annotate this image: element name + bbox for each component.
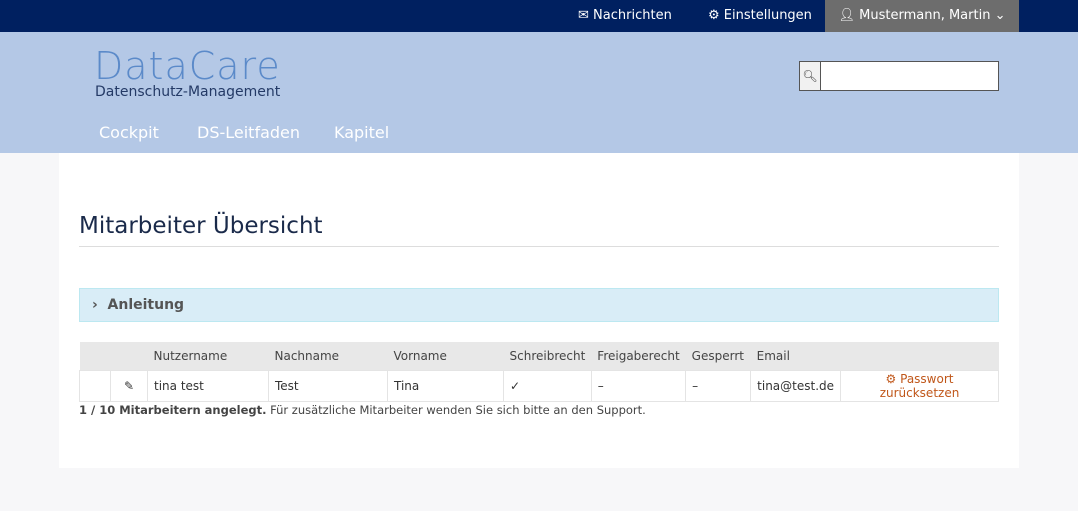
reset-password-link[interactable]: ⚙ Passwort zurücksetzen: [840, 369, 999, 402]
note-count: 1 / 10 Mitarbeitern angelegt.: [79, 403, 267, 417]
table-row: ✎ tina test Test Tina ✓ – – tina@test.de…: [79, 369, 999, 402]
nav-kapitel[interactable]: Kapitel: [334, 123, 389, 142]
cell-share: –: [590, 369, 687, 402]
edit-button[interactable]: ✎: [110, 369, 148, 402]
settings-label: Einstellungen: [723, 8, 812, 23]
nav-cockpit[interactable]: Cockpit: [99, 123, 159, 142]
cell-username: tina test: [147, 369, 269, 402]
employee-table: Nutzername Nachname Vorname Schreibrecht…: [79, 342, 999, 402]
top-bar: ✉ Nachrichten ⚙ Einstellungen 👤︎ Musterm…: [0, 0, 1078, 32]
table-header: Nutzername Nachname Vorname Schreibrecht…: [79, 342, 999, 370]
nav-ds-leitfaden[interactable]: DS-Leitfaden: [197, 123, 300, 142]
header-write[interactable]: Schreibrecht: [503, 342, 592, 370]
cell-locked: –: [685, 369, 752, 402]
user-menu[interactable]: 👤︎ Mustermann, Martin ⌄: [825, 0, 1019, 32]
envelope-icon: ✉: [578, 8, 589, 23]
header-email[interactable]: Email: [750, 342, 841, 370]
user-name: Mustermann, Martin: [859, 8, 991, 23]
chevron-down-icon: ⌄: [994, 8, 1006, 23]
divider: [79, 246, 999, 247]
cell-lastname: Test: [268, 369, 388, 402]
page-title: Mitarbeiter Übersicht: [79, 213, 323, 239]
employee-count-note: 1 / 10 Mitarbeitern angelegt. Für zusätz…: [79, 403, 646, 417]
logo[interactable]: DataCare: [94, 44, 281, 88]
messages-label: Nachrichten: [593, 8, 672, 23]
panel-title: Anleitung: [107, 297, 185, 313]
cell-email: tina@test.de: [750, 369, 842, 402]
search-icon: 🔍︎: [802, 69, 818, 83]
cell-firstname: Tina: [387, 369, 504, 402]
header-blank: [79, 342, 111, 370]
settings-link[interactable]: ⚙ Einstellungen: [708, 0, 812, 32]
instructions-panel[interactable]: › Anleitung: [79, 288, 999, 322]
messages-link[interactable]: ✉ Nachrichten: [578, 0, 672, 32]
header-username[interactable]: Nutzername: [147, 342, 269, 370]
note-text: Für zusätzliche Mitarbeiter wenden Sie s…: [266, 403, 646, 417]
cell-write: ✓: [503, 369, 592, 402]
search-box: 🔍︎: [799, 61, 999, 91]
header-actions: [840, 342, 999, 370]
header-edit: [110, 342, 148, 370]
cell-blank: [79, 369, 111, 402]
header-firstname[interactable]: Vorname: [387, 342, 504, 370]
gear-icon: ⚙: [885, 371, 897, 386]
chevron-right-icon: ›: [92, 297, 98, 313]
header-share[interactable]: Freigaberecht: [591, 342, 686, 370]
search-input[interactable]: [821, 62, 998, 90]
pencil-icon: ✎: [123, 378, 135, 393]
search-button[interactable]: 🔍︎: [800, 62, 821, 90]
gear-icon: ⚙: [708, 8, 720, 23]
logo-subtitle: Datenschutz-Management: [95, 84, 281, 100]
header-locked[interactable]: Gesperrt: [685, 342, 751, 370]
header-lastname[interactable]: Nachname: [268, 342, 388, 370]
user-icon: 👤︎: [838, 8, 856, 23]
